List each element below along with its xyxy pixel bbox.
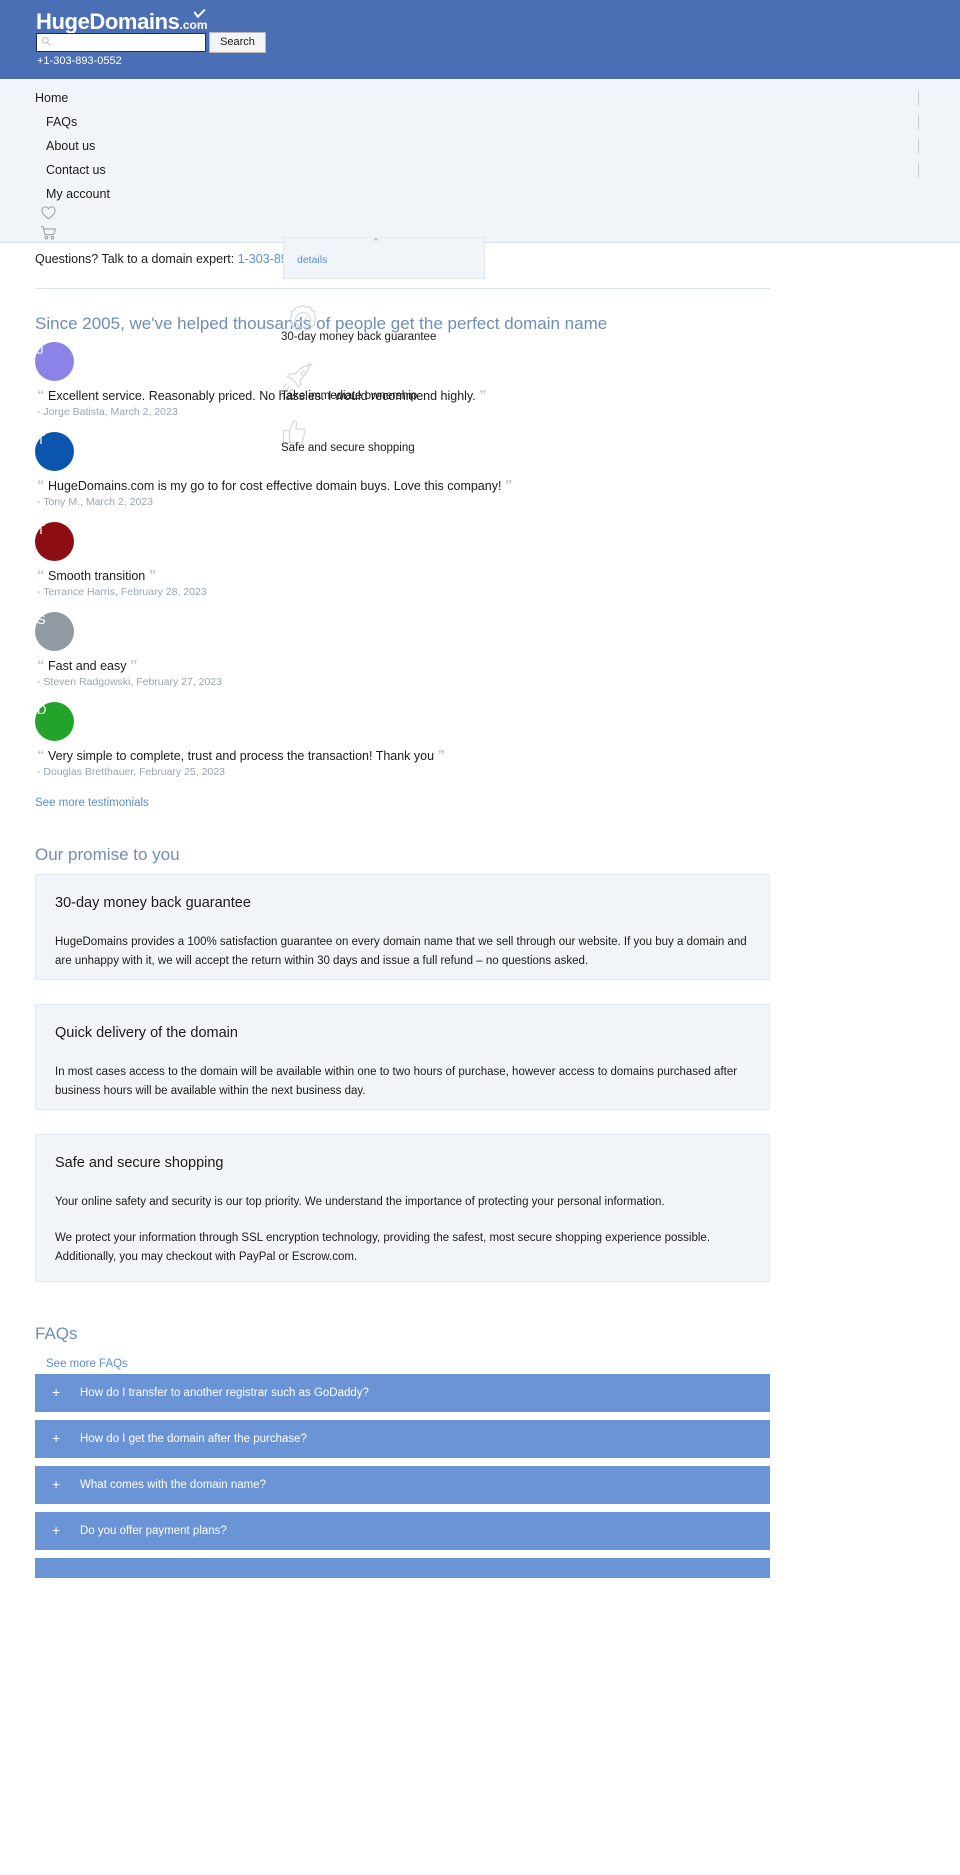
- promise-card: Safe and secure shopping Your online saf…: [35, 1134, 770, 1282]
- search-form: Search: [36, 32, 266, 53]
- badge-label-safe-shopping: Safe and secure shopping: [281, 442, 415, 454]
- promise-card-body: Your online safety and security is our t…: [55, 1196, 665, 1208]
- divider: [35, 288, 770, 289]
- faq-question: How do I get the domain after the purcha…: [80, 1433, 307, 1445]
- testimonial-text: HugeDomains.com is my go to for cost eff…: [47, 479, 502, 493]
- quote-close-icon: ”: [148, 567, 157, 584]
- faq-accordion-item[interactable]: + How do I transfer to another registrar…: [35, 1374, 770, 1412]
- avatar: D: [35, 702, 74, 741]
- promise-card-body: HugeDomains provides a 100% satisfaction…: [55, 936, 747, 967]
- testimonial-quote: “ HugeDomains.com is my go to for cost e…: [37, 477, 512, 494]
- nav-item-my-account[interactable]: My account: [46, 187, 110, 201]
- plus-icon: +: [52, 1384, 61, 1400]
- search-input[interactable]: [36, 33, 206, 52]
- faq-question: Do you offer payment plans?: [80, 1525, 227, 1537]
- avatar-initial: S: [37, 612, 46, 627]
- details-popup: ⌃ details: [283, 237, 485, 279]
- quote-close-icon: ”: [479, 387, 487, 404]
- testimonial-attribution: - Douglas Bretthauer, February 25, 2023: [37, 766, 225, 778]
- avatar: J: [35, 342, 74, 381]
- logo-check-icon: [193, 4, 206, 19]
- faq-question: How do I transfer to another registrar s…: [80, 1387, 369, 1399]
- domain-expert-label: Questions? Talk to a domain expert:: [35, 252, 235, 266]
- promise-card: 30-day money back guarantee HugeDomains …: [35, 874, 770, 980]
- faq-question: What comes with the domain name?: [80, 1479, 267, 1491]
- quote-close-icon: ”: [437, 747, 446, 764]
- faq-accordion-item[interactable]: + Do you offer payment plans?: [35, 1512, 770, 1550]
- avatar: T: [35, 432, 74, 471]
- details-link[interactable]: details: [297, 254, 327, 266]
- promise-card-title: 30-day money back guarantee: [55, 895, 251, 911]
- plus-icon: +: [52, 1430, 61, 1446]
- testimonial-text: Fast and easy: [47, 659, 127, 673]
- plus-icon: +: [52, 1522, 61, 1538]
- heart-icon[interactable]: [40, 205, 57, 225]
- avatar-initial: T: [37, 432, 45, 447]
- promise-card-title: Quick delivery of the domain: [55, 1025, 238, 1041]
- quote-close-icon: ”: [504, 477, 513, 494]
- avatar: S: [35, 612, 74, 651]
- faq-accordion-item[interactable]: + What comes with the domain name?: [35, 1466, 770, 1504]
- nav-item-contact-us[interactable]: Contact us: [46, 163, 106, 177]
- nav-item-about-us[interactable]: About us: [46, 139, 95, 153]
- testimonial-attribution: - Terrance Harris, February 28, 2023: [37, 586, 207, 598]
- testimonial-text: Smooth transition: [47, 569, 146, 583]
- site-header: HugeDomains.com Search +1-303-893-0552: [0, 0, 960, 79]
- faq-accordion-item[interactable]: [35, 1558, 770, 1578]
- testimonial-attribution: - Steven Radgowski, February 27, 2023: [37, 676, 223, 688]
- quote-open-icon: “: [37, 477, 45, 494]
- search-button[interactable]: Search: [209, 32, 266, 53]
- avatar-initial: J: [37, 342, 44, 357]
- promise-card-title: Safe and secure shopping: [55, 1155, 224, 1171]
- promise-card-body: In most cases access to the domain will …: [55, 1066, 738, 1097]
- cart-icon[interactable]: [40, 225, 57, 246]
- testimonial-attribution: - Jorge Batista, March 2, 2023: [37, 406, 178, 418]
- avatar-initial: T: [37, 522, 45, 537]
- logo-suffix-text: .com: [179, 18, 208, 32]
- quote-close-icon: ”: [129, 657, 138, 674]
- faqs-heading: FAQs: [35, 1324, 78, 1343]
- nav-separator: [918, 163, 919, 178]
- quote-open-icon: “: [37, 747, 45, 764]
- nav-separator: [918, 91, 919, 106]
- chevron-up-icon: ⌃: [372, 237, 380, 247]
- testimonial-quote: “ Smooth transition ”: [37, 567, 156, 584]
- promise-card-body: We protect your information through SSL …: [55, 1232, 711, 1263]
- badge-label-immediate-ownership: Take immediate ownership: [281, 390, 418, 402]
- faq-accordion-item[interactable]: + How do I get the domain after the purc…: [35, 1420, 770, 1458]
- nav-item-home[interactable]: Home: [35, 91, 68, 105]
- nav-separator: [918, 139, 919, 154]
- quote-open-icon: “: [37, 387, 45, 404]
- avatar: T: [35, 522, 74, 561]
- badge-label-money-back: 30-day money back guarantee: [281, 331, 437, 343]
- plus-icon: +: [52, 1476, 61, 1492]
- nav-item-faqs[interactable]: FAQs: [46, 115, 77, 129]
- see-more-testimonials-link[interactable]: See more testimonials: [35, 797, 149, 809]
- header-phone[interactable]: +1-303-893-0552: [37, 55, 122, 67]
- see-more-faqs-link[interactable]: See more FAQs: [46, 1358, 128, 1370]
- testimonial-quote: “ Very simple to complete, trust and pro…: [37, 747, 445, 764]
- avatar-initial: D: [37, 702, 47, 717]
- main-nav: Home FAQs About us Contact us My account: [0, 79, 960, 243]
- promise-card: Quick delivery of the domain In most cas…: [35, 1004, 770, 1110]
- testimonial-quote: “ Fast and easy ”: [37, 657, 137, 674]
- quote-open-icon: “: [37, 657, 45, 674]
- logo-main-text: HugeDomains: [36, 9, 180, 34]
- testimonial-text: Very simple to complete, trust and proce…: [47, 749, 435, 763]
- testimonial-quote: “ Excellent service. Reasonably priced. …: [37, 387, 487, 404]
- quote-open-icon: “: [37, 567, 45, 584]
- testimonial-attribution: - Tony M., March 2, 2023: [37, 496, 153, 508]
- nav-separator: [918, 115, 919, 130]
- promise-heading: Our promise to you: [35, 845, 180, 864]
